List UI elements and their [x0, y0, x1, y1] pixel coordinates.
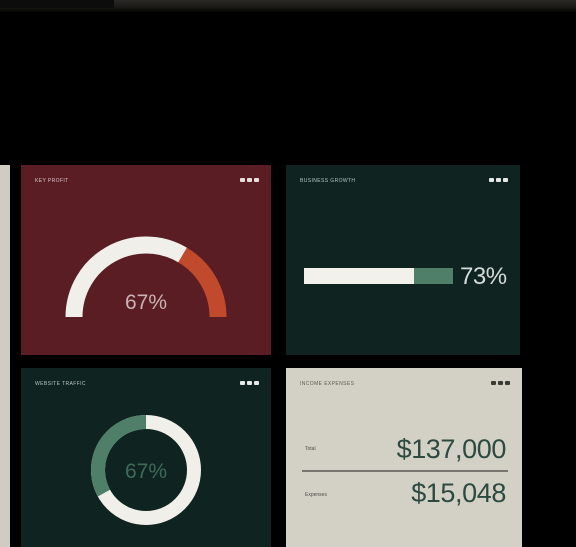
- total-label: Total: [305, 446, 316, 452]
- dashboard-screen: KEY PROFIT 67% BUSINESS GROWTH 73% WEBSI…: [0, 0, 576, 547]
- left-panel-edge: [0, 165, 10, 547]
- income-divider: [302, 470, 508, 472]
- menu-dot: [489, 178, 494, 182]
- top-strip-dark-segment: [0, 0, 114, 8]
- total-value: $137,000: [396, 434, 507, 464]
- menu-dot: [503, 178, 508, 182]
- key-profit-card: KEY PROFIT 67%: [21, 165, 271, 355]
- key-profit-value: 67%: [125, 291, 167, 314]
- key-profit-gauge: 67%: [65, 236, 227, 318]
- income-expenses-more-icon[interactable]: [491, 381, 510, 385]
- growth-bar-fill: [304, 268, 414, 284]
- income-expenses-card: INCOME EXPENSES Total $137,000 Expenses …: [286, 368, 522, 547]
- menu-dot: [491, 381, 496, 385]
- business-growth-card: BUSINESS GROWTH 73%: [286, 165, 520, 355]
- income-expenses-title: INCOME EXPENSES: [300, 381, 355, 387]
- business-growth-value: 73%: [460, 263, 507, 290]
- window-top-strip: [0, 0, 576, 12]
- menu-dot: [496, 178, 501, 182]
- business-growth-more-icon[interactable]: [489, 178, 508, 182]
- growth-bar-remainder: [414, 268, 453, 284]
- website-traffic-value: 67%: [125, 460, 167, 483]
- business-growth-title: BUSINESS GROWTH: [300, 178, 356, 184]
- website-traffic-card: WEBSITE TRAFFIC 67%: [21, 368, 271, 547]
- expenses-value: $15,048: [411, 478, 506, 508]
- menu-dot: [505, 381, 510, 385]
- menu-dot: [498, 381, 503, 385]
- website-traffic-donut: 67%: [91, 415, 201, 525]
- expenses-label: Expenses: [305, 492, 327, 498]
- gauge-fill: [178, 247, 227, 318]
